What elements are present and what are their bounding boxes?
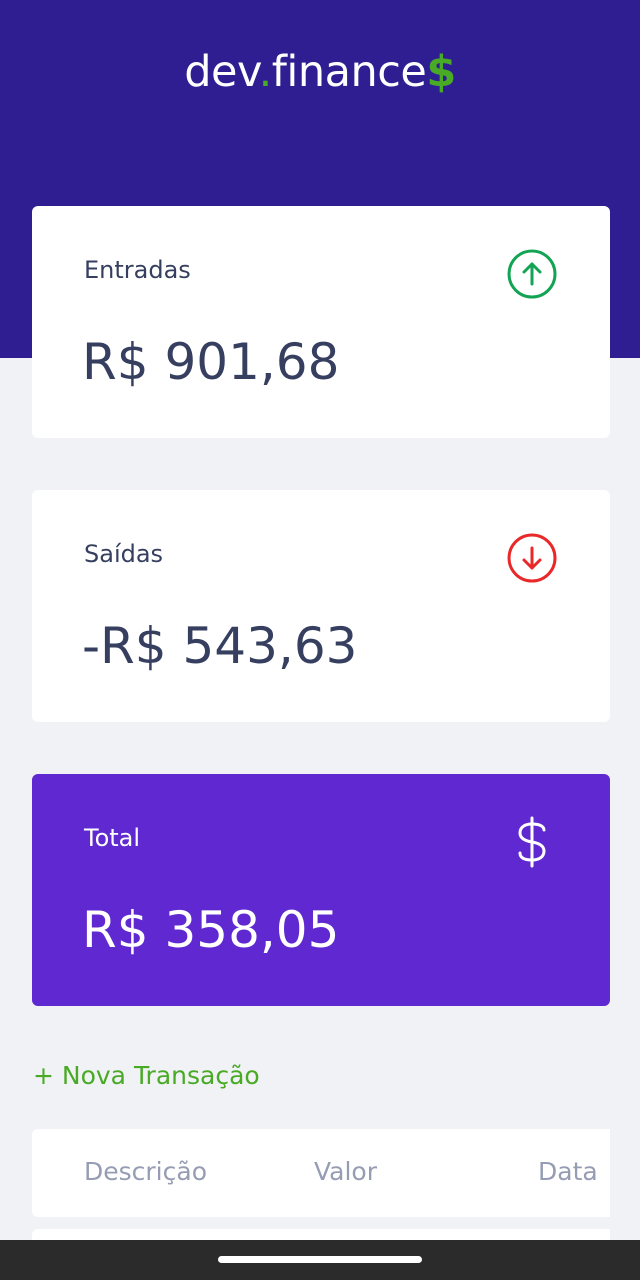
- total-label: Total: [84, 824, 141, 852]
- arrow-down-circle-icon: [507, 533, 557, 583]
- column-header-date: Data: [538, 1157, 598, 1186]
- logo-dot: .: [258, 47, 273, 97]
- total-amount: R$ 358,05: [82, 901, 340, 959]
- arrow-up-circle-icon: [507, 249, 557, 299]
- logo-text-dev: dev: [184, 47, 259, 97]
- expense-card: Saídas -R$ 543,63: [32, 490, 610, 722]
- transactions-table-header: Descrição Valor Data: [32, 1129, 610, 1217]
- column-header-description: Descrição: [84, 1157, 207, 1186]
- home-gesture-bar[interactable]: [218, 1256, 422, 1263]
- logo-dollar: $: [426, 47, 456, 97]
- income-card: Entradas R$ 901,68: [32, 206, 610, 438]
- logo-text-finance: finance: [271, 47, 427, 97]
- expense-label: Saídas: [84, 540, 164, 568]
- dollar-icon: [518, 816, 546, 868]
- total-card: Total R$ 358,05: [32, 774, 610, 1006]
- column-header-value: Valor: [314, 1157, 378, 1186]
- income-amount: R$ 901,68: [82, 333, 340, 391]
- expense-amount: -R$ 543,63: [82, 617, 358, 675]
- logo: dev.finance$: [0, 46, 640, 98]
- income-label: Entradas: [84, 256, 191, 284]
- new-transaction-button[interactable]: + Nova Transação: [33, 1060, 260, 1092]
- system-nav-bar: [0, 1240, 640, 1280]
